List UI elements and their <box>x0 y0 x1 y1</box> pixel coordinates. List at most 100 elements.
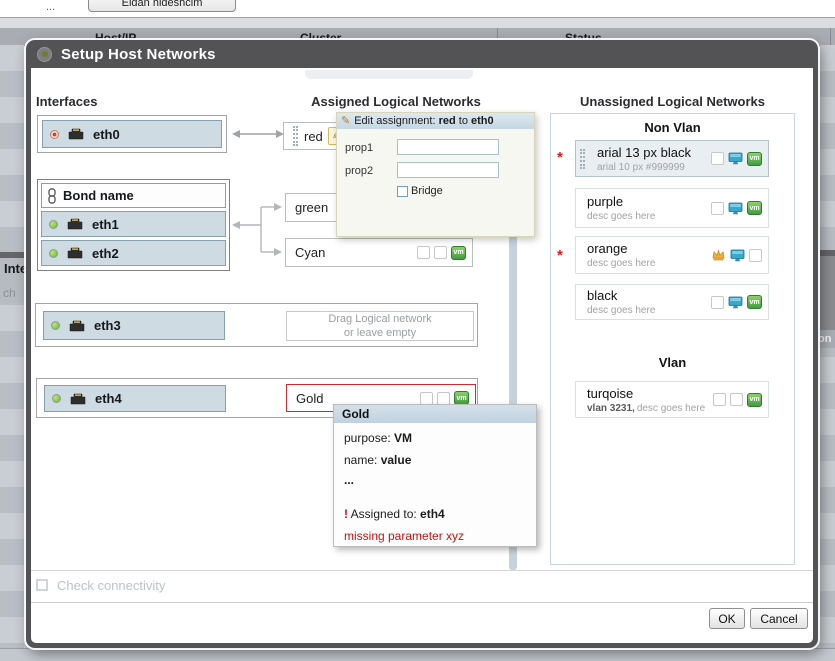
ethernet-port-icon <box>66 127 86 141</box>
prop1-label: prop1 <box>345 142 373 154</box>
unassigned-item-arial[interactable]: arial 13 px black arial 10 px #999999 vm <box>575 140 769 177</box>
assigned-column-header: Assigned Logical Networks <box>286 94 506 109</box>
prop2-input[interactable] <box>397 162 499 178</box>
unassigned-item-orange[interactable]: orange desc goes here <box>575 236 769 274</box>
tooltip-assigned: ! Assigned to: eth4 <box>344 507 445 521</box>
ok-button[interactable]: OK <box>709 608 745 629</box>
unassigned-item-turqoise[interactable]: turqoise vlan 3231, desc goes here vm <box>575 381 769 418</box>
background-toolbar-band <box>0 18 835 28</box>
nic-label: eth3 <box>94 318 121 333</box>
required-marker: * <box>557 154 563 162</box>
tooltip-name: name: value <box>344 453 411 467</box>
network-tooltip: Gold purpose: VM name: value ... ! Assig… <box>333 404 537 547</box>
empty-role-slot-icon <box>713 393 726 406</box>
drop-zone-hint-line1: Drag Logical network <box>328 312 431 326</box>
setup-host-networks-dialog: Setup Host Networks Interfaces Assigned … <box>26 40 818 648</box>
status-led-up-icon <box>49 220 58 229</box>
cancel-button[interactable]: Cancel <box>750 608 808 629</box>
status-led-down-icon <box>50 130 59 139</box>
nic-eth4[interactable]: eth4 <box>44 385 226 412</box>
nic-eth2[interactable]: eth2 <box>41 240 226 266</box>
nic-label: eth0 <box>93 127 120 142</box>
network-role-icons: vm <box>417 246 472 260</box>
assigned-network-cyan[interactable]: Cyan vm <box>285 238 473 267</box>
prop1-input[interactable] <box>397 139 499 155</box>
network-description: arial 10 px #999999 <box>597 162 691 173</box>
network-title: black <box>587 288 655 303</box>
ethernet-port-icon <box>67 319 87 333</box>
required-marker: * <box>557 252 563 260</box>
vlan-id: vlan 3231, <box>587 403 635 414</box>
drag-handle[interactable] <box>293 126 298 146</box>
nic-eth0[interactable]: eth0 <box>42 120 222 148</box>
background-subtab-label: Inte <box>4 261 27 276</box>
pencil-icon: ✎ <box>341 116 350 127</box>
vm-network-icon: vm <box>747 201 762 215</box>
interfaces-column-header: Interfaces <box>36 94 97 109</box>
unassigned-item-black[interactable]: black desc goes here vm <box>575 284 769 320</box>
nic-eth3[interactable]: eth3 <box>43 311 225 340</box>
network-role-icons: vm <box>711 295 768 309</box>
nonvlan-section-header: Non Vlan <box>551 120 794 135</box>
display-network-icon <box>728 296 743 309</box>
ethernet-port-icon <box>65 246 85 260</box>
check-connectivity-checkbox[interactable] <box>36 579 48 591</box>
drag-handle[interactable] <box>580 149 585 169</box>
empty-role-slot-icon <box>437 392 450 405</box>
nic-label: eth2 <box>92 246 119 261</box>
popup-title: Edit assignment: red to eth0 <box>354 115 493 127</box>
background-search-fragment: ch <box>3 286 16 300</box>
empty-role-slot-icon <box>711 296 724 309</box>
eth0-row-container: eth0 <box>37 115 227 153</box>
network-title: turqoise <box>587 386 705 401</box>
network-role-icons: vm <box>713 393 768 407</box>
network-role-icons: vm <box>711 152 768 166</box>
vm-network-icon: vm <box>454 391 469 405</box>
tooltip-error: missing parameter xyz <box>344 529 464 543</box>
status-led-up-icon <box>49 249 58 258</box>
nic-eth1[interactable]: eth1 <box>41 211 226 237</box>
dialog-content: Interfaces Assigned Logical Networks Una… <box>31 68 813 643</box>
drop-zone-empty[interactable]: Drag Logical network or leave empty <box>286 311 474 341</box>
vlan-section-header: Vlan <box>551 355 794 370</box>
network-role-icons: vm <box>420 391 475 405</box>
bond-container[interactable]: Bond name eth1 eth2 <box>37 179 230 271</box>
network-title: orange <box>587 241 655 256</box>
display-network-icon <box>728 202 743 215</box>
bond-chain-icon <box>47 188 57 204</box>
popup-header: ✎ Edit assignment: red to eth0 <box>337 113 534 129</box>
empty-role-slot-icon <box>711 202 724 215</box>
bond-name-box[interactable]: Bond name <box>41 183 226 208</box>
network-title: purple <box>587 194 655 209</box>
network-label: Gold <box>296 391 323 406</box>
empty-role-slot-icon <box>749 249 762 262</box>
dialog-titlebar[interactable]: Setup Host Networks <box>26 40 818 68</box>
bridge-label: Bridge <box>411 185 443 197</box>
background-scroll-track <box>820 256 835 330</box>
empty-role-slot-icon <box>711 152 724 165</box>
eth3-row-container: eth3 Drag Logical network or leave empty <box>35 303 478 347</box>
background-ellipsis-text: ... <box>46 1 55 13</box>
tooltip-title: Gold <box>334 405 536 423</box>
empty-role-slot-icon <box>434 246 447 259</box>
dialog-title: Setup Host Networks <box>61 46 216 63</box>
network-label: Cyan <box>295 245 325 260</box>
nic-label: eth4 <box>95 391 122 406</box>
unassigned-column-header: Unassigned Logical Networks <box>550 94 795 109</box>
unassigned-item-purple[interactable]: purple desc goes here vm <box>575 188 769 228</box>
nic-label: eth1 <box>92 217 119 232</box>
prop2-label: prop2 <box>345 165 373 177</box>
empty-role-slot-icon <box>420 392 433 405</box>
background-host-button[interactable]: Eldan hideshcim <box>88 0 236 12</box>
tooltip-ellipsis: ... <box>344 473 354 487</box>
scroll-up-indicator[interactable] <box>305 70 473 79</box>
bidirectional-arrow-icon <box>231 125 285 143</box>
bridge-checkbox[interactable] <box>397 186 408 197</box>
vm-network-icon: vm <box>747 152 762 166</box>
network-description: desc goes here <box>587 258 655 269</box>
drop-zone-hint-line2: or leave empty <box>344 326 416 340</box>
vm-network-icon: vm <box>747 393 762 407</box>
ethernet-port-icon <box>68 392 88 406</box>
network-description: desc goes here <box>587 305 655 316</box>
status-led-up-icon <box>52 394 61 403</box>
